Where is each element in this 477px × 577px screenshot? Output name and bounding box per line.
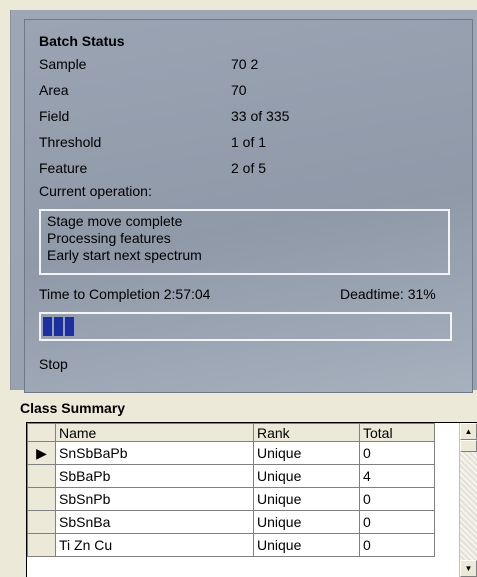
field-value: 33 of 335: [231, 108, 290, 124]
cell-name[interactable]: SbSnPb: [55, 487, 254, 511]
vertical-scrollbar[interactable]: ▲ ▼: [459, 423, 477, 577]
table-row[interactable]: SbBaPb Unique 4: [27, 464, 435, 488]
cell-name[interactable]: SnSbBaPb: [55, 441, 254, 465]
progress-segment: [65, 317, 74, 336]
column-header-name[interactable]: Name: [55, 423, 254, 442]
cell-rank[interactable]: Unique: [253, 464, 360, 488]
cell-rank[interactable]: Unique: [253, 533, 360, 557]
cell-rank[interactable]: Unique: [253, 441, 360, 465]
sample-value: 70 2: [231, 56, 259, 72]
cell-total[interactable]: 0: [359, 533, 435, 557]
scroll-thumb[interactable]: [460, 440, 477, 452]
progress-fill: [43, 317, 74, 336]
row-selector-header: [27, 423, 56, 442]
cell-name[interactable]: SbSnBa: [55, 510, 254, 534]
field-label: Field: [39, 108, 70, 124]
row-selector[interactable]: ▶: [27, 441, 56, 465]
row-selector[interactable]: [27, 510, 56, 534]
class-summary-title: Class Summary: [20, 400, 126, 416]
cell-rank[interactable]: Unique: [253, 487, 360, 511]
threshold-value: 1 of 1: [231, 134, 267, 150]
stop-button[interactable]: Stop: [39, 356, 68, 372]
operation-log: Stage move complete Processing features …: [39, 209, 450, 275]
cell-total[interactable]: 0: [359, 510, 435, 534]
column-header-total[interactable]: Total: [359, 423, 435, 442]
cell-total[interactable]: 0: [359, 441, 435, 465]
feature-value: 2 of 5: [231, 160, 267, 176]
scroll-down-button[interactable]: ▼: [460, 560, 477, 577]
cell-total[interactable]: 0: [359, 487, 435, 511]
class-summary-grid[interactable]: Name Rank Total ▶ SnSbBaPb Unique 0 SbBa…: [26, 422, 477, 577]
row-selector[interactable]: [27, 487, 56, 511]
area-label: Area: [39, 82, 69, 98]
progress-segment: [54, 317, 63, 336]
table-row[interactable]: ▶ SnSbBaPb Unique 0: [27, 441, 435, 465]
arrow-down-icon: ▼: [464, 564, 473, 573]
threshold-label: Threshold: [39, 134, 102, 150]
current-row-arrow-icon: ▶: [36, 444, 47, 461]
time-to-completion: Time to Completion 2:57:04: [39, 286, 211, 302]
cell-total[interactable]: 4: [359, 464, 435, 488]
column-header-rank[interactable]: Rank: [253, 423, 360, 442]
arrow-up-icon: ▲: [464, 427, 473, 436]
feature-label: Feature: [39, 160, 88, 176]
row-selector[interactable]: [27, 533, 56, 557]
grid-header-row: Name Rank Total: [27, 423, 435, 442]
table-row[interactable]: SbSnPb Unique 0: [27, 487, 435, 511]
table-row[interactable]: SbSnBa Unique 0: [27, 510, 435, 534]
sample-label: Sample: [39, 56, 87, 72]
scroll-up-button[interactable]: ▲: [460, 423, 477, 440]
current-operation-label: Current operation:: [39, 183, 152, 199]
cell-name[interactable]: SbBaPb: [55, 464, 254, 488]
cell-rank[interactable]: Unique: [253, 510, 360, 534]
cell-name[interactable]: Ti Zn Cu: [55, 533, 254, 557]
operation-line: Early start next spectrum: [47, 247, 202, 263]
batch-status-title: Batch Status: [39, 33, 125, 49]
progress-bar: [39, 312, 452, 341]
operation-line: Processing features: [47, 230, 171, 246]
table-row[interactable]: Ti Zn Cu Unique 0: [27, 533, 435, 557]
deadtime-readout: Deadtime: 31%: [340, 286, 436, 302]
operation-line: Stage move complete: [47, 213, 183, 229]
progress-segment: [43, 317, 52, 336]
row-selector[interactable]: [27, 464, 56, 488]
area-value: 70: [231, 82, 247, 98]
